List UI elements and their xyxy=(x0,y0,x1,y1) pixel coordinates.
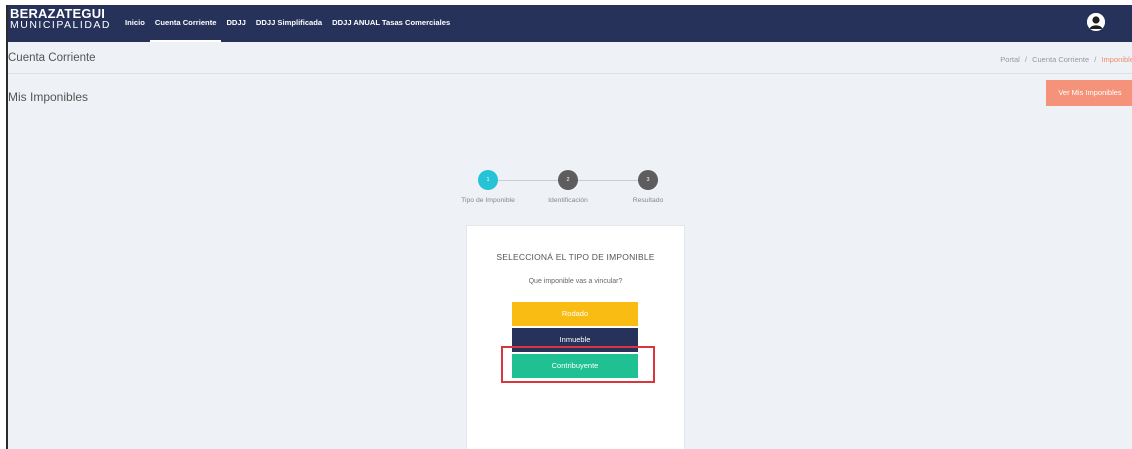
step-label-3: Resultado xyxy=(632,197,664,204)
breadcrumb-separator: / xyxy=(1024,55,1027,64)
page-subheader: Cuenta Corriente Portal / Cuenta Corrien… xyxy=(8,42,1132,74)
breadcrumb-portal[interactable]: Portal xyxy=(1000,55,1020,64)
app-frame: BERAZATEGUI MUNICIPALIDAD Inicio Cuenta … xyxy=(6,5,1132,449)
ver-mis-imponibles-button[interactable]: Ver Mis Imponibles xyxy=(1046,80,1132,106)
breadcrumb: Portal / Cuenta Corriente / Imponible xyxy=(1000,55,1132,64)
card-title: SELECCIONÁ EL TIPO DE IMPONIBLE xyxy=(496,252,655,262)
top-navbar: BERAZATEGUI MUNICIPALIDAD Inicio Cuenta … xyxy=(8,5,1132,42)
step-2: 2 Identificación xyxy=(528,165,608,204)
main-nav: Inicio Cuenta Corriente DDJJ DDJJ Simpli… xyxy=(120,5,455,42)
step-label-2: Identificación xyxy=(548,197,588,204)
nav-cuenta-corriente[interactable]: Cuenta Corriente xyxy=(149,5,222,42)
nav-ddjj[interactable]: DDJJ xyxy=(221,5,250,40)
user-avatar[interactable] xyxy=(1087,13,1105,31)
breadcrumb-current: Imponible xyxy=(1101,55,1132,64)
step-3: 3 Resultado xyxy=(608,165,688,204)
step-1: 1 Tipo de Imponible xyxy=(448,165,528,204)
section-title: Mis Imponibles xyxy=(8,90,89,104)
step-circle-3: 3 xyxy=(638,170,658,190)
nav-ddjj-anual-tasas-comerciales[interactable]: DDJJ ANUAL Tasas Comerciales xyxy=(327,5,455,40)
step-circle-1: 1 xyxy=(478,170,498,190)
nav-ddjj-simplificada[interactable]: DDJJ Simplificada xyxy=(251,5,327,40)
tipo-imponible-card: SELECCIONÁ EL TIPO DE IMPONIBLE Que impo… xyxy=(466,225,685,449)
breadcrumb-separator: / xyxy=(1094,55,1097,64)
breadcrumb-cuenta-corriente[interactable]: Cuenta Corriente xyxy=(1032,55,1089,64)
step-circle-2: 2 xyxy=(558,170,578,190)
logo-subtitle: MUNICIPALIDAD xyxy=(10,19,111,31)
card-subtitle: Que imponible vas a vincular? xyxy=(528,278,623,285)
nav-inicio[interactable]: Inicio xyxy=(120,5,150,40)
highlight-box xyxy=(501,346,655,383)
step-label-1: Tipo de Imponible xyxy=(461,197,515,204)
page-title: Cuenta Corriente xyxy=(8,52,96,64)
user-icon xyxy=(1087,13,1105,31)
rodado-button[interactable]: Rodado xyxy=(512,302,638,326)
stepper: 1 Tipo de Imponible 2 Identificación 3 R… xyxy=(448,165,688,215)
municipality-logo[interactable]: BERAZATEGUI MUNICIPALIDAD xyxy=(10,7,111,31)
